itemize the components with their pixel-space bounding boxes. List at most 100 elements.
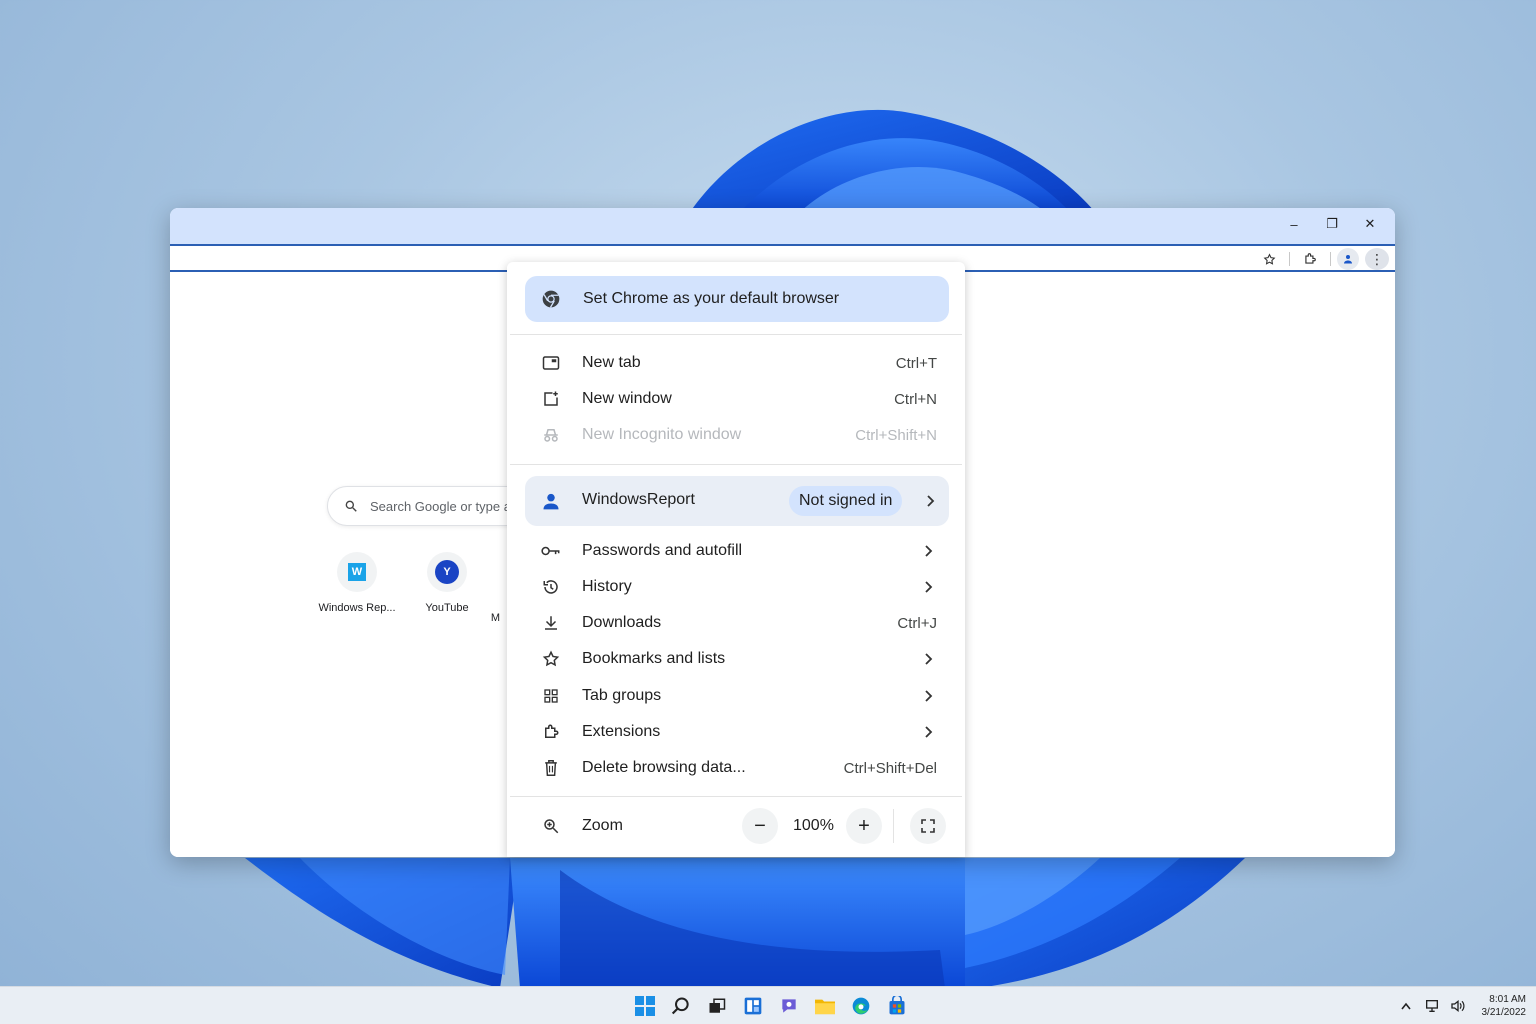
search-icon bbox=[345, 500, 357, 512]
menu-item-label: New window bbox=[582, 390, 672, 407]
chrome-menu-kebab-icon[interactable]: ⋮ bbox=[1365, 248, 1389, 270]
zoom-separator bbox=[893, 809, 894, 843]
key-icon bbox=[540, 540, 562, 562]
chevron-right-icon bbox=[923, 543, 935, 559]
clock[interactable]: 8:01 AM 3/21/2022 bbox=[1482, 993, 1527, 1019]
chevron-right-icon bbox=[923, 688, 935, 704]
start-windows-icon[interactable] bbox=[630, 991, 660, 1021]
shortcut-tile: W bbox=[337, 552, 377, 592]
menu-item-label: Extensions bbox=[582, 723, 661, 740]
clock-date: 3/21/2022 bbox=[1481, 1007, 1527, 1018]
menu-item-zoom: Zoom − 100% + bbox=[507, 808, 965, 844]
zoom-in-button[interactable]: + bbox=[846, 808, 882, 844]
menu-item-shortcut: Ctrl+N bbox=[894, 390, 937, 408]
shortcut-label: Windows Rep... bbox=[318, 602, 396, 614]
menu-item-history[interactable]: History bbox=[507, 569, 965, 605]
youtube-favicon-icon: Y bbox=[435, 560, 459, 584]
star-icon bbox=[540, 648, 562, 670]
zoom-icon bbox=[540, 815, 562, 837]
zoom-out-button[interactable]: − bbox=[742, 808, 778, 844]
chrome-icon bbox=[542, 290, 560, 308]
shortcut-windows-report[interactable]: W Windows Rep... bbox=[312, 552, 402, 614]
task-view-icon[interactable] bbox=[702, 991, 732, 1021]
title-bar: – ❐ ✕ bbox=[170, 208, 1395, 244]
plus-icon: + bbox=[858, 814, 870, 837]
tab-groups-icon bbox=[540, 685, 562, 707]
menu-item-label: Delete browsing data... bbox=[582, 759, 746, 776]
menu-divider bbox=[510, 464, 962, 465]
menu-divider bbox=[510, 796, 962, 797]
windows-report-favicon-icon: W bbox=[348, 563, 366, 581]
menu-item-label: New Incognito window bbox=[582, 426, 742, 443]
fullscreen-icon bbox=[921, 819, 935, 833]
menu-item-label: Downloads bbox=[582, 614, 662, 631]
volume-icon[interactable] bbox=[1450, 998, 1466, 1014]
profile-name: WindowsReport bbox=[582, 491, 695, 508]
menu-item-shortcut: Ctrl+J bbox=[897, 614, 937, 632]
zoom-label: Zoom bbox=[582, 817, 623, 834]
window-controls: – ❐ ✕ bbox=[1275, 208, 1389, 240]
menu-divider bbox=[510, 334, 962, 335]
bookmark-star-icon[interactable] bbox=[1255, 248, 1283, 270]
profile-avatar-icon[interactable] bbox=[1337, 248, 1359, 270]
widgets-icon[interactable] bbox=[738, 991, 768, 1021]
extensions-puzzle-icon[interactable] bbox=[1296, 248, 1324, 270]
maximize-button[interactable]: ❐ bbox=[1313, 208, 1351, 240]
chevron-right-icon bbox=[923, 651, 935, 667]
menu-item-label: Bookmarks and lists bbox=[582, 650, 726, 667]
menu-item-label: Passwords and autofill bbox=[582, 542, 743, 559]
system-tray: 8:01 AM 3/21/2022 bbox=[1398, 987, 1527, 1024]
trash-icon bbox=[540, 757, 562, 779]
chevron-right-icon bbox=[925, 493, 937, 509]
menu-item-shortcut: Ctrl+Shift+N bbox=[855, 426, 937, 444]
chevron-right-icon bbox=[923, 724, 935, 740]
new-window-icon bbox=[540, 388, 562, 410]
menu-item-passwords[interactable]: Passwords and autofill bbox=[507, 533, 965, 569]
minus-icon: − bbox=[754, 814, 766, 837]
search-placeholder: Search Google or type a bbox=[370, 498, 511, 514]
shortcut-partial[interactable]: M bbox=[460, 552, 500, 624]
file-explorer-icon[interactable] bbox=[810, 991, 840, 1021]
fullscreen-button[interactable] bbox=[910, 808, 946, 844]
extension-icon bbox=[540, 721, 562, 743]
shortcut-label: M bbox=[490, 612, 500, 624]
chevron-up-icon[interactable] bbox=[1398, 998, 1414, 1014]
set-default-browser-label: Set Chrome as your default browser bbox=[583, 290, 840, 307]
menu-item-delete-browsing-data[interactable]: Delete browsing data... Ctrl+Shift+Del bbox=[507, 750, 965, 786]
edge-icon[interactable] bbox=[846, 991, 876, 1021]
menu-item-label: New tab bbox=[582, 354, 641, 371]
menu-item-shortcut: Ctrl+T bbox=[895, 354, 937, 372]
profile-item[interactable]: WindowsReport Not signed in bbox=[525, 476, 949, 526]
menu-item-bookmarks[interactable]: Bookmarks and lists bbox=[507, 641, 965, 677]
toolbar-separator bbox=[1330, 252, 1331, 266]
toolbar-icons: ⋮ bbox=[1255, 248, 1389, 270]
toolbar-separator bbox=[1289, 252, 1290, 266]
clock-time: 8:01 AM bbox=[1489, 994, 1526, 1005]
zoom-level-value: 100% bbox=[793, 817, 834, 834]
taskbar-apps bbox=[630, 991, 912, 1021]
menu-item-new-tab[interactable]: New tab Ctrl+T bbox=[507, 345, 965, 381]
menu-item-extensions[interactable]: Extensions bbox=[507, 714, 965, 750]
menu-item-label: History bbox=[582, 578, 632, 595]
download-icon bbox=[540, 612, 562, 634]
search-taskbar-icon[interactable] bbox=[666, 991, 696, 1021]
menu-item-tab-groups[interactable]: Tab groups bbox=[507, 678, 965, 714]
incognito-icon bbox=[540, 424, 562, 446]
menu-item-new-incognito: New Incognito window Ctrl+Shift+N bbox=[507, 417, 965, 453]
menu-item-shortcut: Ctrl+Shift+Del bbox=[843, 759, 937, 777]
person-icon bbox=[540, 490, 562, 512]
close-button[interactable]: ✕ bbox=[1351, 208, 1389, 240]
chevron-right-icon bbox=[923, 579, 935, 595]
chat-icon[interactable] bbox=[774, 991, 804, 1021]
chrome-menu: Set Chrome as your default browser New t… bbox=[507, 262, 965, 857]
menu-item-downloads[interactable]: Downloads Ctrl+J bbox=[507, 605, 965, 641]
set-default-browser-item[interactable]: Set Chrome as your default browser bbox=[525, 276, 949, 322]
menu-item-label: Tab groups bbox=[582, 687, 662, 704]
network-icon[interactable] bbox=[1424, 998, 1440, 1014]
store-icon[interactable] bbox=[882, 991, 912, 1021]
taskbar: 8:01 AM 3/21/2022 bbox=[0, 986, 1536, 1024]
menu-item-new-window[interactable]: New window Ctrl+N bbox=[507, 381, 965, 417]
minimize-button[interactable]: – bbox=[1275, 208, 1313, 240]
history-icon bbox=[540, 576, 562, 598]
profile-status-badge: Not signed in bbox=[789, 486, 903, 516]
